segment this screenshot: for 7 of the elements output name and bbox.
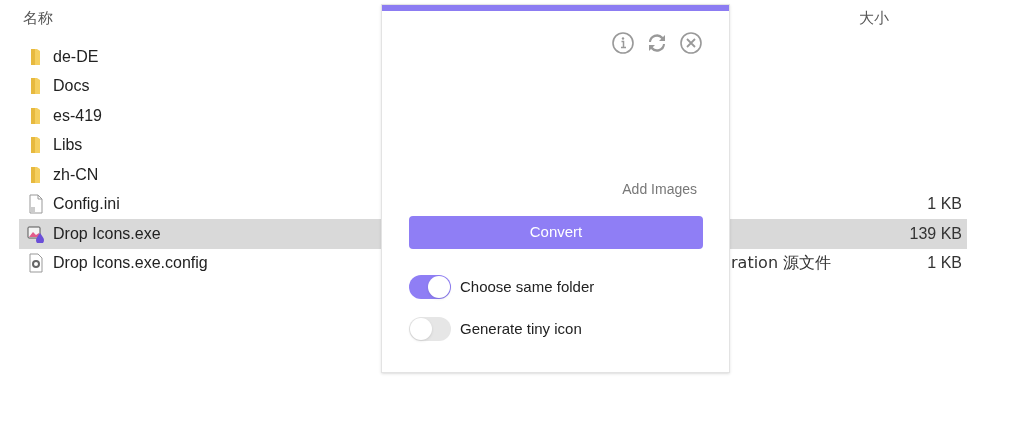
drop-hint: Add Images bbox=[622, 180, 697, 199]
file-size: 1 KB bbox=[927, 253, 963, 274]
file-type: ration 源文件 bbox=[731, 252, 832, 275]
toggle-label: Choose same folder bbox=[460, 276, 595, 297]
file-size: 1 KB bbox=[927, 194, 963, 215]
toggle-label: Generate tiny icon bbox=[460, 318, 582, 339]
file-size: 139 KB bbox=[909, 223, 963, 244]
